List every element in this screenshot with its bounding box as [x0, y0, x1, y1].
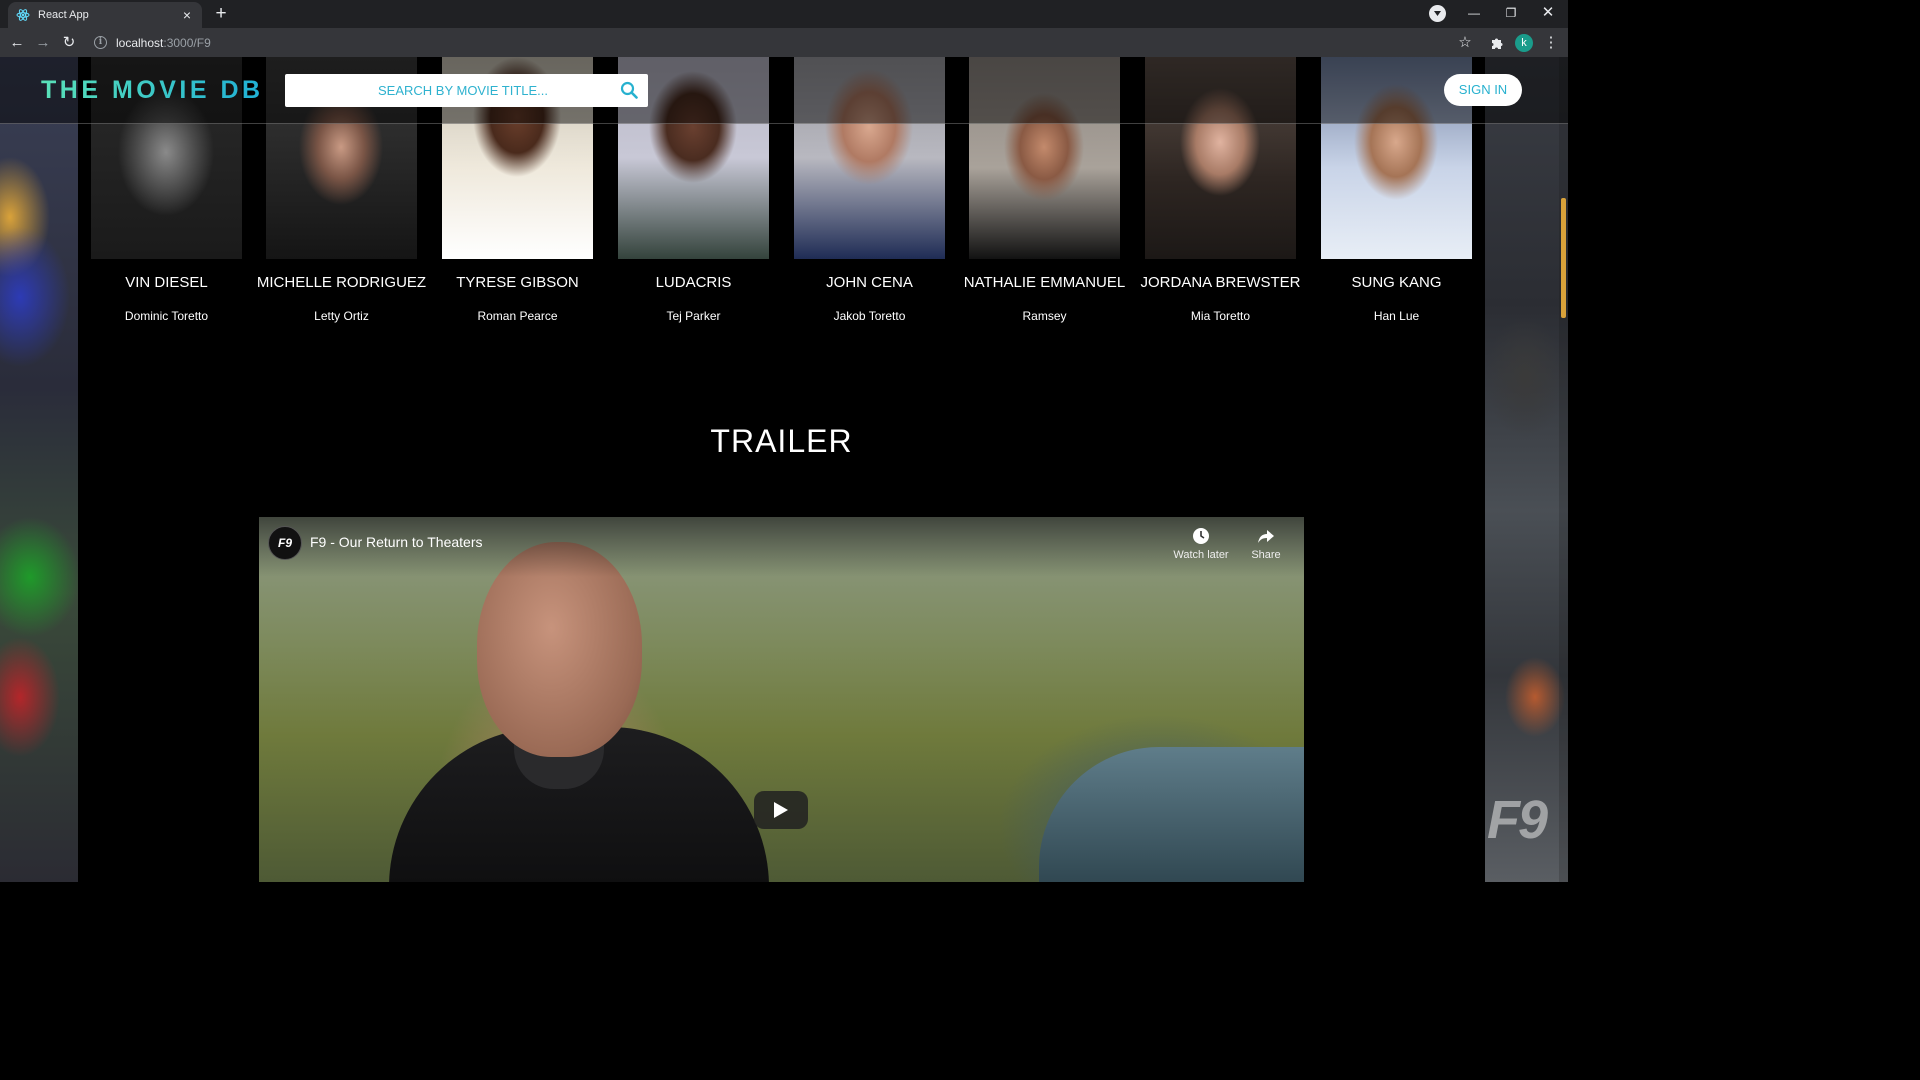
cast-character: Roman Pearce: [477, 309, 558, 323]
backdrop-poster-left: [0, 57, 78, 882]
close-window-icon[interactable]: ✕: [1533, 3, 1563, 23]
browser-toolbar: ← → ↻ i localhost :3000/F9 ☆ ⋮: [0, 28, 1568, 57]
cast-name: NATHALIE EMMANUEL: [963, 274, 1126, 291]
media-control-icon[interactable]: [1429, 5, 1446, 22]
cast-character: Letty Ortiz: [314, 309, 369, 323]
scrollbar-thumb[interactable]: [1561, 198, 1566, 318]
cast-name: JORDANA BREWSTER: [1140, 274, 1301, 291]
browser-tab-bar: React App × + — ❐ ✕: [0, 0, 1568, 28]
cast-character: Han Lue: [1373, 309, 1420, 323]
cast-name: MICHELLE RODRIGUEZ: [256, 274, 427, 291]
cast-name: SUNG KANG: [1351, 274, 1442, 291]
profile-avatar[interactable]: k: [1515, 34, 1533, 52]
play-icon: [774, 802, 788, 818]
video-title[interactable]: F9 - Our Return to Theaters: [310, 534, 482, 550]
site-header: THE MOVIE DB SIGN IN: [0, 57, 1568, 124]
share-label: Share: [1251, 549, 1281, 561]
cast-character: Mia Toretto: [1190, 309, 1251, 323]
backdrop-f9-logo: F9: [1487, 790, 1548, 850]
search-box: [285, 74, 648, 107]
channel-avatar[interactable]: F9: [268, 526, 302, 560]
bookmark-star-icon[interactable]: ☆: [1454, 32, 1476, 54]
clock-icon: [1193, 528, 1209, 544]
restore-icon[interactable]: ❐: [1496, 3, 1526, 23]
cast-name: VIN DIESEL: [125, 274, 208, 291]
address-bar[interactable]: i localhost :3000/F9: [88, 30, 1483, 55]
browser-tab[interactable]: React App ×: [8, 2, 202, 28]
page-viewport: F9 VIN DIESEL Dominic Toretto MICHELLE R…: [0, 57, 1568, 882]
search-input[interactable]: [285, 74, 615, 107]
trailer-heading: TRAILER: [710, 423, 853, 459]
share-icon: [1258, 530, 1274, 543]
play-button[interactable]: [754, 791, 808, 829]
trailer-video-player[interactable]: F9 F9 - Our Return to Theaters Watch lat…: [259, 517, 1304, 882]
new-tab-icon[interactable]: +: [211, 4, 231, 24]
cast-name: JOHN CENA: [826, 274, 913, 291]
cast-name: LUDACRIS: [655, 274, 732, 291]
video-frame-car: [1039, 747, 1304, 882]
sign-in-button[interactable]: SIGN IN: [1444, 74, 1522, 106]
url-host: localhost: [116, 35, 164, 50]
share-button[interactable]: Share: [1231, 527, 1301, 561]
cast-character: Dominic Toretto: [124, 309, 209, 323]
cast-name: TYRESE GIBSON: [456, 274, 579, 291]
cast-character: Tej Parker: [666, 309, 721, 323]
backdrop-poster-right: [1485, 57, 1568, 882]
cast-character: Ramsey: [1022, 309, 1067, 323]
back-icon[interactable]: ←: [6, 32, 28, 54]
tab-close-icon[interactable]: ×: [180, 8, 194, 22]
minimize-icon[interactable]: —: [1459, 3, 1489, 23]
tab-title: React App: [38, 9, 89, 21]
watch-later-button[interactable]: Watch later: [1166, 527, 1236, 561]
browser-menu-icon[interactable]: ⋮: [1540, 32, 1562, 54]
page-scrollbar[interactable]: [1559, 57, 1568, 882]
reload-icon[interactable]: ↻: [58, 32, 80, 54]
react-logo-icon: [16, 8, 30, 22]
search-icon[interactable]: [620, 81, 638, 99]
forward-icon[interactable]: →: [32, 32, 54, 54]
watch-later-label: Watch later: [1173, 549, 1229, 561]
extensions-puzzle-icon[interactable]: [1486, 32, 1508, 54]
site-logo[interactable]: THE MOVIE DB: [41, 76, 264, 105]
cast-character: Jakob Toretto: [833, 309, 906, 323]
site-info-icon[interactable]: i: [94, 36, 107, 49]
url-path: :3000/F9: [163, 35, 211, 50]
